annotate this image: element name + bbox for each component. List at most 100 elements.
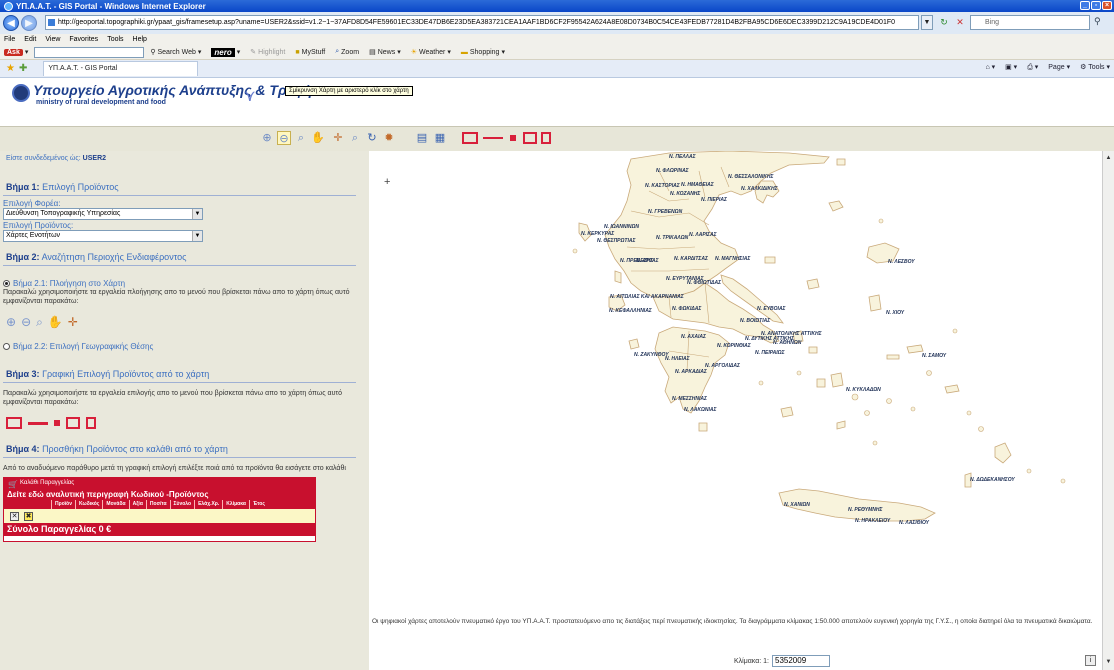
- legend-icon[interactable]: ▤: [415, 131, 429, 145]
- product-select[interactable]: Χάρτες Ενοτήτων ▼: [3, 230, 203, 242]
- window-titlebar: ΥΠ.Α.Α.Τ. - GIS Portal - Windows Interne…: [0, 0, 1114, 12]
- clear-select-icon: [86, 417, 96, 429]
- left-panel: Είστε συνδεδεμένος ώς: USER2 Βήμα 1: Επι…: [0, 151, 369, 670]
- scroll-up-icon[interactable]: ▲: [1103, 153, 1114, 164]
- menu-edit[interactable]: Edit: [24, 36, 36, 43]
- toolbar-search-input[interactable]: [34, 46, 145, 58]
- address-input[interactable]: http://geoportal.topographiki.gr/ypaat_g…: [45, 15, 919, 30]
- cart-columns: Προϊόν Κωδικός Μονάδα Αξία Ποσ/τα Σύνολο…: [4, 500, 315, 509]
- clear-cart-icon[interactable]: ✖: [24, 512, 33, 521]
- radio-geographic-position[interactable]: Βήμα 2.2: Επιλογή Γεωγραφικής Θέσης: [3, 342, 366, 351]
- page-menu[interactable]: Page ▾: [1048, 63, 1070, 72]
- map-label-prefecture: N. ΚΕΡΚΥΡΑΣ: [581, 231, 615, 237]
- search-input[interactable]: Bing: [970, 15, 1090, 30]
- search-icon[interactable]: ⚲: [1094, 16, 1101, 27]
- radio-dot-selected[interactable]: [3, 280, 10, 287]
- step3-number: Βήμα 3:: [6, 369, 40, 379]
- zoom-in-icon[interactable]: ⊕: [260, 131, 274, 145]
- feeds-icon[interactable]: ▣ ▾: [1005, 63, 1017, 72]
- divider: [3, 195, 356, 196]
- map-label-prefecture: N. ΚΑΡΔΙΤΣΑΣ: [674, 256, 708, 262]
- map-viewport[interactable]: N. ΠΕΛΛΑΣ N. ΦΛΩΡΙΝΑΣ N. ΘΕΣΣΑΛΟΝΙΚΗΣ N. ΗΜ…: [369, 151, 1102, 670]
- greece-map[interactable]: [369, 151, 1102, 611]
- point-select-icon[interactable]: [510, 135, 516, 141]
- chevron-down-icon[interactable]: ▼: [192, 209, 202, 219]
- maximize-button[interactable]: ▫: [1091, 1, 1101, 10]
- islet: [872, 440, 878, 446]
- print-icon[interactable]: ⎙ ▾: [1027, 63, 1038, 72]
- ministry-logo-mark-icon: ⋎: [244, 88, 256, 105]
- login-prefix: Είστε συνδεδεμένος ώς:: [6, 155, 81, 162]
- rectangle-select-icon: [6, 417, 22, 429]
- agency-select[interactable]: Διεύθυνση Τοπογραφικής Υπηρεσίας ▼: [3, 208, 203, 220]
- close-button[interactable]: ×: [1102, 1, 1112, 10]
- scale-input[interactable]: 5352009: [772, 655, 830, 667]
- radio-map-navigation[interactable]: Βήμα 2.1: Πλοήγηση στο Χάρτη: [3, 279, 366, 288]
- polygon-select-icon[interactable]: [523, 132, 537, 144]
- ask-logo[interactable]: Ask: [4, 48, 23, 56]
- column-header: Ελάχ.Χρ.: [194, 500, 222, 509]
- rectangle-select-icon[interactable]: [462, 132, 478, 144]
- menu-view[interactable]: View: [45, 36, 60, 43]
- cart-details-link[interactable]: Δείτε εδώ αναλυτική περιγραφή Κωδικού -Π…: [4, 489, 315, 500]
- zoom-out-icon[interactable]: ⊖: [277, 131, 291, 145]
- search-web-label: Search Web: [157, 48, 196, 56]
- step3-text: Γραφική Επιλογή Προϊόντος από το χάρτη: [42, 369, 210, 379]
- agency-value: Διεύθυνση Τοπογραφικής Υπηρεσίας: [6, 210, 121, 217]
- pan-hand-icon[interactable]: ✋: [311, 131, 325, 145]
- skyros: [806, 278, 820, 290]
- site-banner: Υπουργείο Αγροτικής Ανάπτυξης & Τροφίμων…: [0, 78, 1114, 151]
- map-label-prefecture: N. ΜΑΓΝΗΣΙΑΣ: [715, 256, 751, 262]
- map-label-prefecture: N. ΚΑΣΤΟΡΙΑΣ: [645, 183, 680, 189]
- crosshair-cursor-icon: +: [384, 176, 391, 188]
- line-select-icon[interactable]: [483, 137, 503, 139]
- page-info-icon[interactable]: i: [1085, 655, 1096, 666]
- minimize-button[interactable]: _: [1080, 1, 1090, 10]
- menu-file[interactable]: File: [4, 36, 15, 43]
- step1-heading: Βήμα 1: Επιλογή Προϊόντος: [6, 182, 366, 192]
- map-label-prefecture: N. ΦΛΩΡΙΝΑΣ: [656, 168, 689, 174]
- mystuff-button[interactable]: ■ MyStuff: [295, 49, 325, 56]
- home-icon[interactable]: ⌂ ▾: [985, 63, 995, 72]
- radio-dot[interactable]: [3, 343, 10, 350]
- stop-icon[interactable]: ✕: [953, 15, 967, 30]
- zoom-icon: ⌕: [335, 48, 340, 55]
- clear-select-icon[interactable]: [541, 132, 551, 144]
- map-label-prefecture: N. ΑΡΚΑΔΙΑΣ: [675, 369, 707, 375]
- add-favorite-icon[interactable]: ✚: [19, 63, 27, 74]
- tools-menu[interactable]: ⚙ Tools ▾: [1080, 63, 1110, 72]
- nero-button[interactable]: nero ▾: [211, 47, 240, 57]
- shopping-button[interactable]: ▬ Shopping ▾: [461, 48, 505, 57]
- islet: [572, 248, 578, 254]
- divider: [3, 457, 356, 458]
- crosshair-tool-icon[interactable]: ✛: [331, 131, 345, 145]
- address-dropdown-icon[interactable]: ▼: [921, 15, 933, 30]
- vertical-scrollbar[interactable]: ▲ ▼: [1102, 151, 1114, 670]
- weather-button[interactable]: ☀ Weather ▾: [411, 48, 451, 57]
- scroll-down-icon[interactable]: ▼: [1103, 657, 1114, 668]
- highlight-button[interactable]: ✎ Highlight: [250, 48, 285, 57]
- islet: [886, 398, 892, 404]
- delete-icon[interactable]: ✕: [10, 512, 19, 521]
- zoom-extent-icon[interactable]: ⌕: [348, 131, 362, 145]
- menu-favorites[interactable]: Favorites: [69, 36, 98, 43]
- news-button[interactable]: ▤ News ▾: [369, 48, 401, 57]
- menu-tools[interactable]: Tools: [107, 36, 123, 43]
- zoom-button[interactable]: ⌕ Zoom: [335, 48, 359, 56]
- search-web-button[interactable]: ⚲ Search Web ▾: [150, 48, 201, 57]
- nero-logo: nero: [211, 47, 235, 57]
- chevron-down-icon[interactable]: ▼: [192, 231, 202, 241]
- layers-icon[interactable]: ▦: [433, 131, 447, 145]
- menu-help[interactable]: Help: [133, 36, 147, 43]
- ask-dropdown-icon[interactable]: ▾: [25, 48, 29, 56]
- forward-icon[interactable]: ▶: [21, 15, 37, 31]
- zoom-box-icon[interactable]: ⌕: [294, 131, 308, 145]
- islet: [758, 380, 764, 386]
- favorites-star-icon[interactable]: ★: [6, 63, 15, 74]
- tab-gis-portal[interactable]: ΥΠ.Α.Α.Τ. - GIS Portal: [43, 61, 199, 76]
- chevron-down-icon: ▾: [447, 49, 451, 56]
- refresh-icon[interactable]: ↻: [937, 15, 951, 30]
- refresh-map-icon[interactable]: ↻: [365, 131, 379, 145]
- info-tool-icon[interactable]: ✹: [382, 131, 396, 145]
- back-icon[interactable]: ◀: [3, 15, 19, 31]
